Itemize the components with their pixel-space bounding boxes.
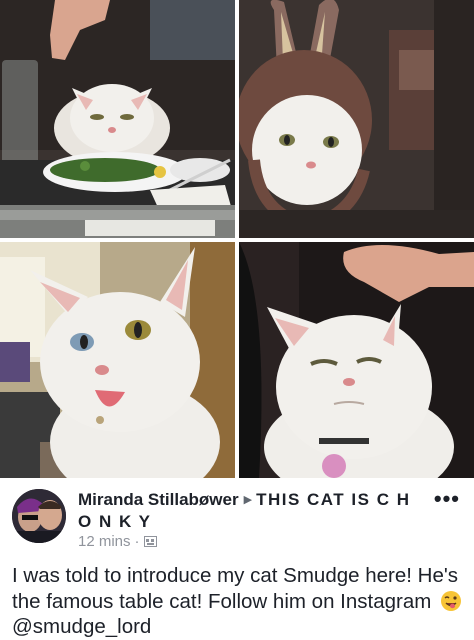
post-meta: 12 mins ·: [78, 533, 157, 550]
arrow-right-icon: ▶: [243, 494, 253, 506]
author-name[interactable]: Miranda Stillabøwer: [78, 490, 239, 509]
group-privacy-icon: [143, 534, 157, 547]
avatar[interactable]: [12, 489, 66, 543]
post-text: I was told to introduce my cat Smudge he…: [12, 563, 464, 640]
photo-grid: [0, 0, 474, 480]
post: Miranda Stillabøwer ▶ THIS CAT IS C H O N …: [0, 480, 474, 640]
photo-cat-at-dinner-table[interactable]: [0, 0, 235, 238]
post-message: I was told to introduce my cat Smudge he…: [12, 564, 459, 613]
post-time[interactable]: 12 mins: [78, 533, 131, 550]
winking-tongue-emoji-icon: [440, 590, 462, 612]
instagram-handle[interactable]: @smudge_lord: [12, 615, 151, 638]
meta-separator: ·: [134, 533, 140, 550]
more-options-icon[interactable]: •••: [434, 488, 460, 510]
post-header: Miranda Stillabøwer ▶ THIS CAT IS C H O N …: [78, 489, 418, 532]
photo-cat-in-bunny-hat[interactable]: [239, 0, 474, 238]
photo-cat-being-petted[interactable]: [239, 242, 474, 478]
photo-cat-with-tongue-out[interactable]: [0, 242, 235, 478]
